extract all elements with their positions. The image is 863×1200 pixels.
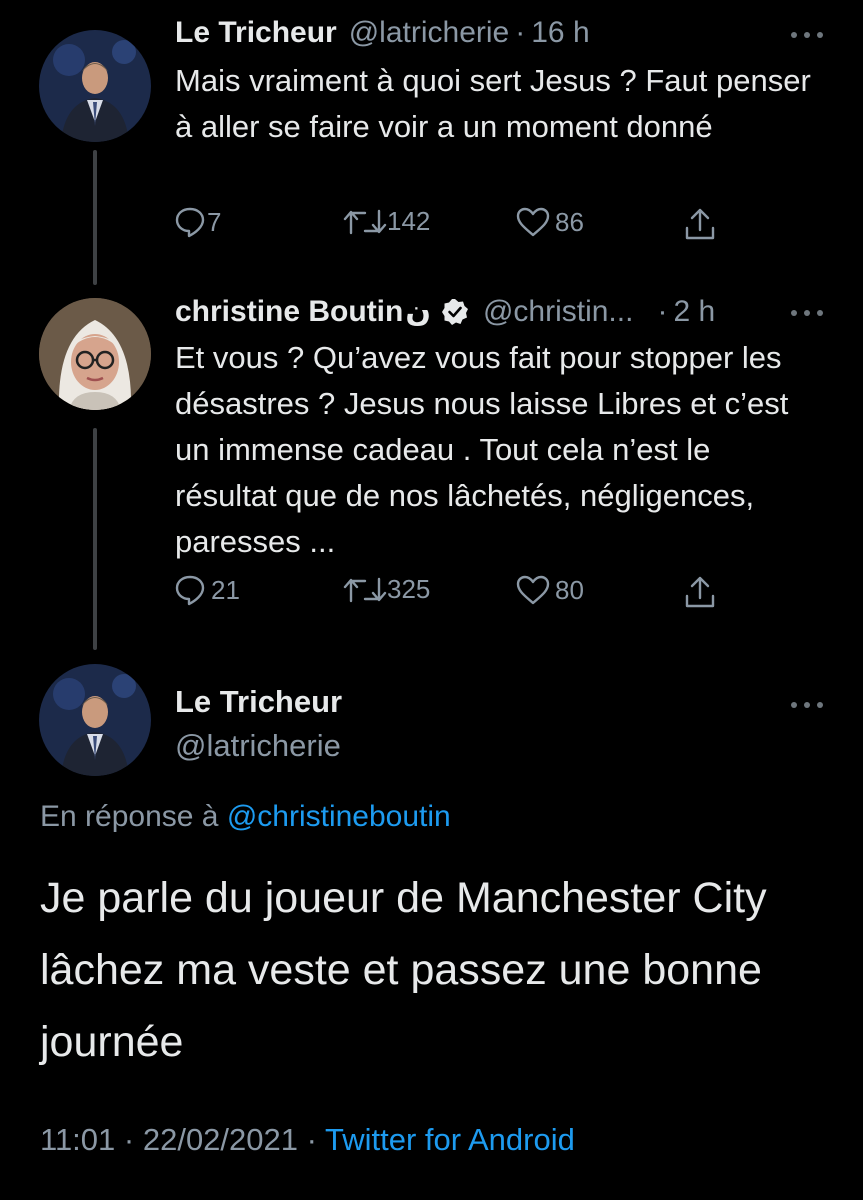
reply-icon [175,207,205,238]
client-link[interactable]: Twitter for Android [325,1122,575,1157]
retweet-count: 325 [387,574,431,604]
like-icon [516,575,550,605]
separator-dot: · [515,16,526,49]
tweet-time: 11:01 [40,1122,116,1157]
reply-count: 7 [207,206,222,237]
tweet-actions: 21 325 80 [175,574,735,614]
tweet-text: Mais vraiment à quoi sert Jesus ? Faut p… [175,63,811,144]
like-button[interactable]: 80 [515,574,584,606]
reply-prefix: En réponse à [40,800,219,833]
thread-line [93,428,97,650]
more-icon[interactable] [791,700,823,710]
tweet-time[interactable]: 16 h [531,16,589,50]
author-handle[interactable]: @christin... [483,295,633,329]
tweet-text: Je parle du joueur de Manchester City lâ… [40,874,767,1066]
separator-dot: · [657,294,668,328]
reply-count: 21 [211,574,240,605]
reply-button[interactable]: 21 [175,574,240,606]
share-icon [685,576,715,608]
retweet-icon [343,577,387,602]
like-count: 80 [555,574,584,605]
tweet-date: 22/02/2021 [142,1122,298,1157]
reply-button[interactable]: 7 [175,206,221,238]
tweet-meta: 11:01 · 22/02/2021 · Twitter for Android [40,1122,575,1158]
author-handle[interactable]: @latricherie [175,728,341,764]
author-name[interactable]: Le Tricheur [175,16,337,50]
verified-badge-icon [441,298,468,325]
avatar[interactable] [39,30,151,142]
author-name-suffix: ن [405,295,431,328]
share-button[interactable] [683,206,717,242]
separator-dot: · [306,1122,326,1157]
share-icon [685,208,715,240]
tweet-header: Le Tricheur @latricherie · 16 h [175,16,590,50]
separator-dot: · [123,1122,143,1157]
author-name[interactable]: Le Tricheur [175,684,342,720]
author-handle[interactable]: @latricherie [349,16,510,50]
reply-icon [175,575,205,606]
reply-mention-link[interactable]: @christineboutin [227,800,451,833]
retweet-icon [343,209,387,234]
author-name[interactable]: christine Boutin [175,295,403,329]
retweet-button[interactable]: 325 [343,574,430,605]
like-icon [516,207,550,237]
avatar[interactable] [39,298,151,410]
thread-line [93,150,97,285]
like-count: 86 [555,206,584,237]
retweet-button[interactable]: 142 [343,206,430,237]
more-icon[interactable] [791,308,823,318]
reply-context: En réponse à @christineboutin [40,800,451,834]
tweet-text: Et vous ? Qu’avez vous fait pour stopper… [175,340,789,559]
retweet-count: 142 [387,206,431,236]
like-button[interactable]: 86 [515,206,584,238]
tweet-actions: 7 142 86 [175,206,735,246]
tweet-header: christine Boutin ن @christin... · 2 h [175,294,715,329]
more-icon[interactable] [791,30,823,40]
share-button[interactable] [683,574,717,610]
tweet-time[interactable]: 2 h [673,295,715,329]
avatar[interactable] [39,664,151,776]
